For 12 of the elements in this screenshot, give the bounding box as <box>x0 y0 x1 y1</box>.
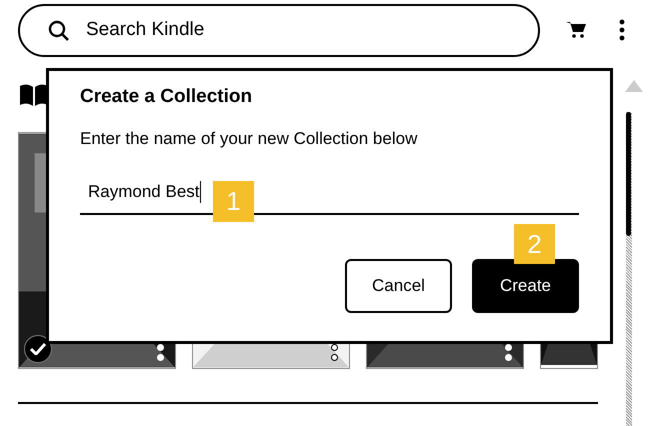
search-icon <box>48 20 70 42</box>
callout-badge: 2 <box>514 224 555 264</box>
dialog-message: Enter the name of your new Collection below <box>80 128 418 150</box>
more-options-icon[interactable] <box>619 19 625 41</box>
create-button[interactable]: Create <box>472 259 579 313</box>
cart-icon[interactable] <box>566 21 586 39</box>
cancel-button[interactable]: Cancel <box>345 259 452 313</box>
scrollbar-track[interactable] <box>626 112 632 426</box>
dialog-title: Create a Collection <box>80 85 254 109</box>
callout-badge: 1 <box>213 181 254 222</box>
scrollbar-thumb[interactable] <box>626 112 631 236</box>
search-field[interactable]: Search Kindle <box>18 4 540 56</box>
